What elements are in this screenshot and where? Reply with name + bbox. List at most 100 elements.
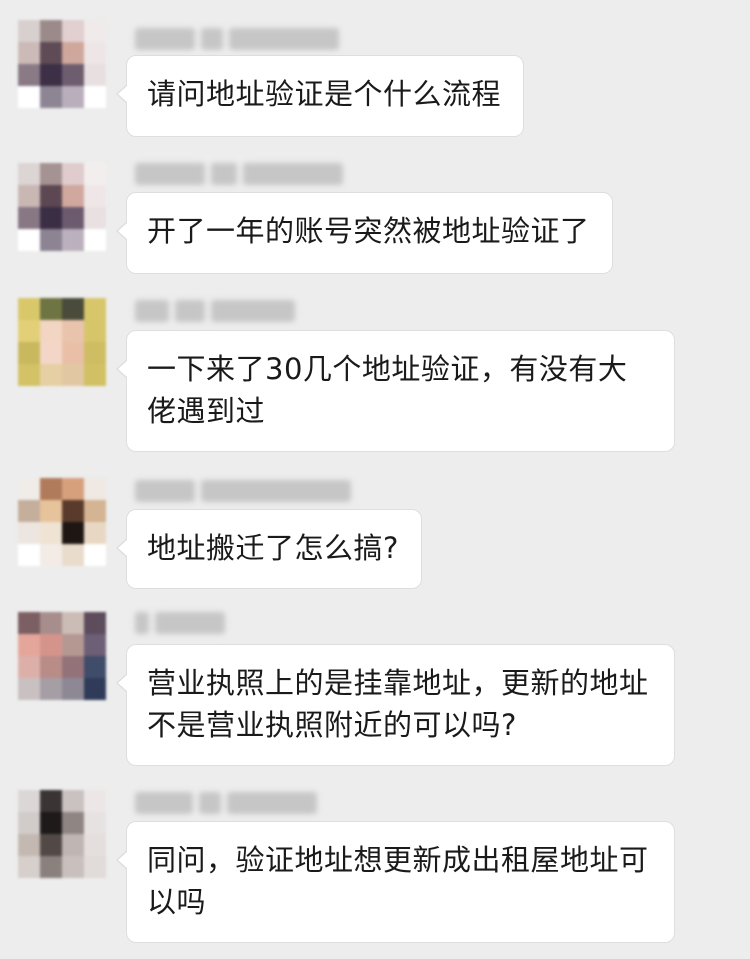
avatar-pixel <box>62 207 84 229</box>
avatar-pixel <box>40 298 62 320</box>
message-bubble[interactable]: 一下来了30几个地址验证，有没有大佬遇到过 <box>116 330 675 452</box>
avatar-pixel <box>40 20 62 42</box>
message-text: 同问，验证地址想更新成出租屋地址可以吗 <box>147 843 649 919</box>
avatar-pixel <box>84 790 106 812</box>
message-text: 地址搬迁了怎么搞? <box>147 531 399 565</box>
avatar-pixel <box>40 544 62 566</box>
avatar-pixel <box>18 342 40 364</box>
avatar-pixel <box>40 320 62 342</box>
avatar-pixel <box>62 812 84 834</box>
avatar-pixel <box>62 656 84 678</box>
message-bubble[interactable]: 开了一年的账号突然被地址验证了 <box>116 192 613 274</box>
avatar-pixel <box>40 364 62 386</box>
avatar-pixel <box>84 20 106 42</box>
avatar-pixel <box>84 544 106 566</box>
avatar-pixel <box>84 229 106 251</box>
avatar-pixel <box>84 678 106 700</box>
avatar-pixel <box>62 229 84 251</box>
message-bubble[interactable]: 请问地址验证是个什么流程 <box>115 55 525 137</box>
avatar[interactable] <box>18 612 106 700</box>
avatar-pixel <box>40 478 62 500</box>
avatar-pixel <box>62 634 84 656</box>
avatar[interactable] <box>18 478 106 566</box>
avatar-pixel <box>18 612 40 634</box>
avatar-pixel <box>62 42 84 64</box>
avatar-pixel <box>84 207 106 229</box>
sender-name <box>135 792 317 814</box>
avatar[interactable] <box>18 163 106 251</box>
avatar-pixel <box>84 478 106 500</box>
avatar-pixel <box>18 478 40 500</box>
avatar-pixel <box>84 522 106 544</box>
avatar-pixel <box>84 834 106 856</box>
message-bubble[interactable]: 同问，验证地址想更新成出租屋地址可以吗 <box>116 821 675 943</box>
avatar-pixel <box>62 163 84 185</box>
avatar-pixel <box>40 856 62 878</box>
avatar-pixel <box>18 42 40 64</box>
avatar-pixel <box>18 812 40 834</box>
message-bubble[interactable]: 营业执照上的是挂靠地址，更新的地址不是营业执照附近的可以吗? <box>116 644 675 766</box>
avatar-pixel <box>18 678 40 700</box>
sender-name <box>135 480 351 502</box>
avatar-pixel <box>84 656 106 678</box>
avatar-pixel <box>84 342 106 364</box>
avatar-pixel <box>18 185 40 207</box>
message-text: 一下来了30几个地址验证，有没有大佬遇到过 <box>147 352 628 428</box>
avatar-pixel <box>40 64 62 86</box>
avatar[interactable] <box>18 20 106 108</box>
avatar-pixel <box>62 678 84 700</box>
avatar-pixel <box>18 20 40 42</box>
avatar-pixel <box>40 522 62 544</box>
avatar-pixel <box>40 86 62 108</box>
avatar-pixel <box>40 812 62 834</box>
sender-name <box>135 300 295 322</box>
avatar-pixel <box>62 478 84 500</box>
avatar-pixel <box>40 612 62 634</box>
avatar-pixel <box>84 856 106 878</box>
avatar-pixel <box>62 856 84 878</box>
avatar[interactable] <box>18 298 106 386</box>
avatar-pixel <box>18 856 40 878</box>
avatar-pixel <box>84 86 106 108</box>
avatar-pixel <box>18 86 40 108</box>
message-text: 营业执照上的是挂靠地址，更新的地址不是营业执照附近的可以吗? <box>147 666 649 742</box>
avatar-pixel <box>84 812 106 834</box>
sender-name <box>135 163 343 185</box>
avatar-pixel <box>18 834 40 856</box>
avatar-pixel <box>18 364 40 386</box>
avatar-pixel <box>62 790 84 812</box>
avatar-pixel <box>62 298 84 320</box>
avatar-pixel <box>40 229 62 251</box>
avatar-pixel <box>40 656 62 678</box>
avatar-pixel <box>18 522 40 544</box>
avatar-pixel <box>62 612 84 634</box>
avatar-pixel <box>40 342 62 364</box>
sender-name <box>135 612 225 634</box>
avatar-pixel <box>18 634 40 656</box>
avatar-pixel <box>84 612 106 634</box>
avatar-pixel <box>40 678 62 700</box>
avatar-pixel <box>84 42 106 64</box>
avatar-pixel <box>62 834 84 856</box>
avatar-pixel <box>18 500 40 522</box>
avatar-pixel <box>62 500 84 522</box>
avatar-pixel <box>62 544 84 566</box>
avatar-pixel <box>62 64 84 86</box>
avatar-pixel <box>18 320 40 342</box>
avatar-pixel <box>62 522 84 544</box>
message-bubble[interactable]: 地址搬迁了怎么搞? <box>116 509 422 589</box>
avatar[interactable] <box>18 790 106 878</box>
avatar-pixel <box>84 298 106 320</box>
avatar-pixel <box>62 86 84 108</box>
avatar-pixel <box>40 163 62 185</box>
avatar-pixel <box>18 790 40 812</box>
avatar-pixel <box>84 163 106 185</box>
avatar-pixel <box>40 207 62 229</box>
avatar-pixel <box>40 634 62 656</box>
avatar-pixel <box>84 320 106 342</box>
avatar-pixel <box>84 500 106 522</box>
avatar-pixel <box>62 185 84 207</box>
avatar-pixel <box>18 163 40 185</box>
avatar-pixel <box>18 64 40 86</box>
message-text: 请问地址验证是个什么流程 <box>147 77 502 111</box>
